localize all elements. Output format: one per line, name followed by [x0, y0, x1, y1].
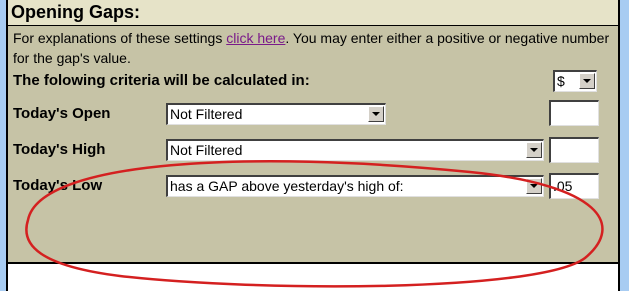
todays-low-select[interactable]: has a GAP above yesterday's high of: — [166, 175, 544, 197]
todays-high-select-value: Not Filtered — [170, 142, 243, 158]
unit-select[interactable]: $ — [553, 70, 597, 92]
chevron-down-icon[interactable] — [579, 73, 595, 89]
panel-header: Opening Gaps: — [8, 0, 618, 26]
explanation-prefix: For explanations of these settings — [13, 30, 227, 46]
opening-gaps-panel: Opening Gaps: For explanations of these … — [8, 0, 618, 264]
todays-open-label: Today's Open — [13, 105, 111, 122]
todays-high-gap-input[interactable] — [549, 137, 599, 163]
explanation-text: For explanations of these settings click… — [13, 28, 613, 68]
chevron-down-icon[interactable] — [526, 142, 542, 158]
todays-low-label: Today's Low — [13, 177, 103, 194]
click-here-link[interactable]: click here — [226, 30, 285, 46]
todays-low-gap-value: .05 — [553, 178, 573, 194]
todays-low-gap-input[interactable]: .05 — [549, 173, 599, 199]
todays-low-select-value: has a GAP above yesterday's high of: — [170, 178, 404, 194]
todays-high-label: Today's High — [13, 141, 106, 158]
todays-open-gap-input[interactable] — [549, 100, 599, 126]
window-frame: Opening Gaps: For explanations of these … — [6, 0, 620, 291]
chevron-down-icon[interactable] — [368, 106, 384, 122]
unit-select-value: $ — [557, 73, 565, 89]
panel-title: Opening Gaps: — [11, 2, 141, 22]
criteria-label: The folowing criteria will be calculated… — [13, 72, 310, 89]
todays-high-select[interactable]: Not Filtered — [166, 139, 544, 161]
todays-open-select-value: Not Filtered — [170, 106, 243, 122]
todays-open-select[interactable]: Not Filtered — [166, 103, 386, 125]
chevron-down-icon[interactable] — [526, 178, 542, 194]
